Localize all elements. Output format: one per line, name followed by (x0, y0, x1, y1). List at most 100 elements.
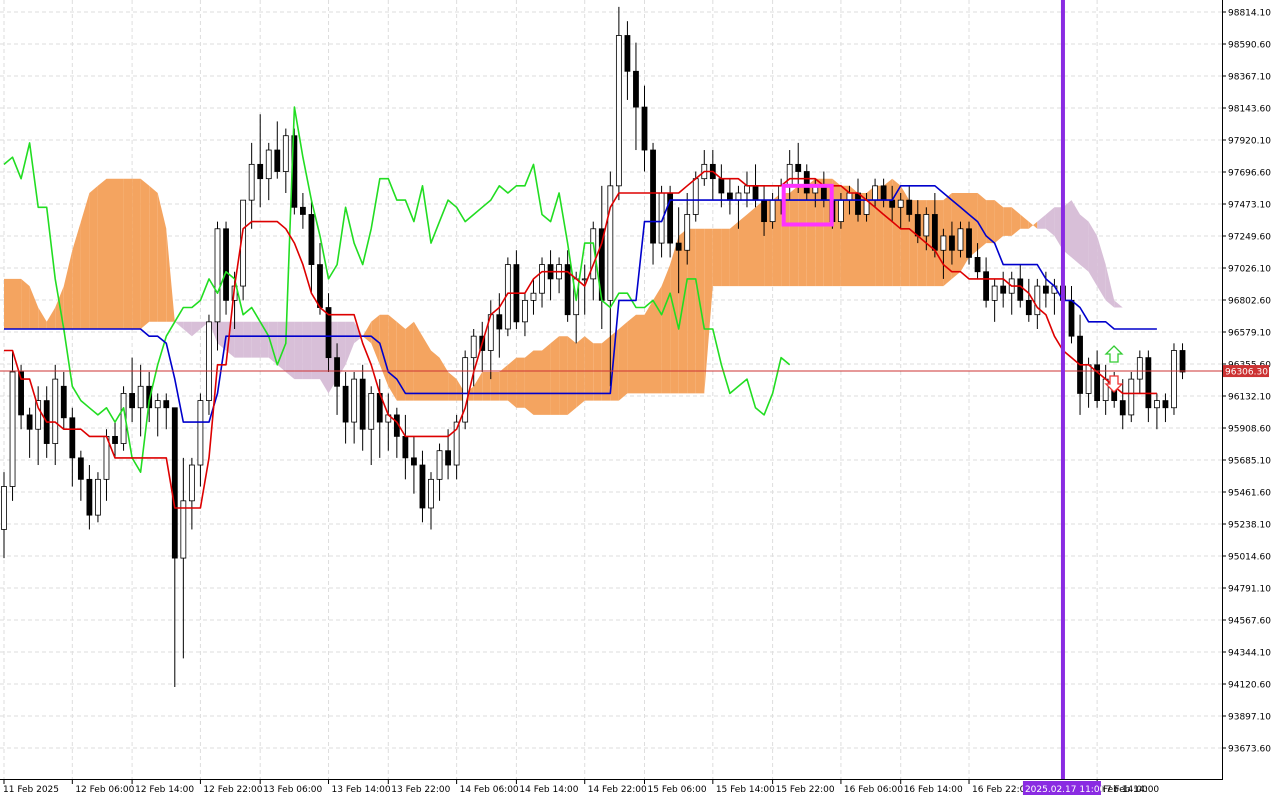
candle-bullish (52, 378, 59, 444)
candle-bearish (820, 185, 827, 201)
chart-container[interactable]: 98814.10 98590.60 98367.10 98143.60 97920.10… (0, 0, 1280, 800)
candle-bearish (949, 235, 955, 251)
cloud-segment-bullish (1003, 207, 1012, 236)
time-tick-label: 16 Feb 06:00 (844, 785, 903, 795)
price-tick-label: 96579.10 (1228, 329, 1271, 339)
price-tick-label: 98814.10 (1228, 9, 1271, 19)
time-tick-label: 16 Feb 14:00 (904, 785, 963, 795)
time-tick-label: 12 Feb 14:00 (135, 785, 194, 795)
cloud-segment-bullish (747, 207, 756, 287)
candle-bullish (248, 163, 255, 201)
cloud-segment-bullish (97, 178, 107, 329)
time-tick-label: 13 Feb 14:00 (332, 785, 391, 795)
candle-bullish (470, 335, 477, 359)
price-tick-label: 95461.60 (1228, 489, 1271, 499)
price-tick-label: 95238.10 (1228, 521, 1271, 531)
candle-bearish (624, 35, 631, 72)
candle-bearish (257, 163, 264, 180)
price-tick-label: 94344.10 (1228, 649, 1271, 659)
candle-bearish (633, 70, 639, 108)
candle-bullish (735, 192, 742, 201)
cloud-segment-bullish (542, 343, 551, 415)
candle-bullish (1128, 378, 1135, 416)
cloud-segment-bullish (388, 314, 397, 401)
cloud-segment-bullish (687, 228, 696, 394)
time-tick-label: 13 Feb 22:00 (391, 785, 450, 795)
cloud-segment-bullish (533, 350, 542, 415)
candle-bullish (368, 393, 375, 430)
candle-bullish (1085, 364, 1092, 394)
cloud-segment-bullish (405, 321, 414, 401)
price-tick-label: 94791.10 (1228, 585, 1271, 595)
cloud-segment-bearish (311, 321, 320, 380)
price-tick-label: 96132.10 (1228, 393, 1271, 403)
candle-bullish (428, 478, 434, 509)
candle-bullish (1171, 350, 1177, 409)
cloud-segment-bullish (123, 178, 133, 329)
cloud-segment-bearish (260, 321, 269, 358)
candle-bullish (615, 35, 622, 187)
candle-bearish (880, 185, 887, 201)
cloud-segment-bullish (140, 178, 150, 329)
candle-bearish (752, 185, 759, 201)
candle-bullish (522, 299, 528, 323)
candle-bearish (112, 435, 118, 444)
candle-bullish (180, 500, 187, 559)
price-tick-label: 95685.10 (1228, 457, 1271, 467)
cloud-segment-bullish (567, 336, 577, 415)
cloud-segment-bullish (21, 278, 30, 329)
candle-bearish (931, 214, 938, 251)
time-cursor-label-tail: Feb 14:00 (1103, 785, 1148, 795)
candle-bearish (317, 264, 323, 308)
cloud-segment-bullish (892, 178, 901, 287)
price-chart[interactable]: 98814.10 98590.60 98367.10 98143.60 97920.10… (0, 0, 1280, 800)
candle-bullish (897, 199, 904, 208)
cloud-segment-bullish (678, 228, 688, 394)
candle-bullish (769, 199, 776, 223)
candle-bullish (1136, 357, 1143, 380)
price-tick-label: 98590.60 (1228, 41, 1271, 51)
cloud-segment-bullish (994, 200, 1004, 244)
cloud-segment-bullish (89, 185, 98, 329)
candle-bearish (795, 163, 802, 172)
cloud-segment-bullish (636, 314, 645, 394)
price-tick-label: 95908.60 (1228, 425, 1271, 435)
candle-bullish (265, 149, 272, 180)
time-tick-label: 12 Feb 06:00 (75, 785, 134, 795)
candle-bearish (675, 242, 682, 251)
candle-bearish (855, 192, 861, 215)
cloud-segment-bullish (695, 228, 705, 394)
candle-bullish (1, 486, 7, 530)
candle-bullish (9, 371, 16, 487)
cloud-segment-bullish (806, 178, 816, 287)
price-tick-label: 96802.60 (1228, 297, 1271, 307)
cloud-segment-bullish (729, 221, 739, 287)
candle-bearish (983, 271, 989, 301)
time-tick-label: 11 Feb 2025 (3, 785, 59, 795)
price-tick-label: 94567.60 (1228, 617, 1271, 627)
candle-bearish (419, 464, 426, 509)
candle-bullish (744, 185, 750, 194)
time-tick-label: 14 Feb 22:00 (588, 785, 647, 795)
candle-bearish (334, 357, 340, 387)
cloud-segment-bearish (285, 321, 295, 380)
cloud-segment-bullish (576, 336, 585, 408)
candle-bullish (137, 385, 144, 409)
cloud-segment-bearish (251, 321, 261, 358)
candle-bullish (214, 228, 221, 323)
candle-bearish (966, 228, 972, 258)
cloud-segment-bullish (738, 214, 747, 287)
candle-bullish (282, 135, 289, 172)
cloud-segment-bullish (601, 336, 611, 401)
candle-bullish (940, 235, 947, 251)
cloud-segment-bullish (507, 357, 517, 408)
cloud-segment-bullish (593, 343, 602, 401)
price-tick-label: 98367.10 (1228, 73, 1271, 83)
candle-bearish (163, 400, 170, 409)
candle-bearish (359, 378, 366, 430)
candle-bearish (496, 314, 503, 330)
candle-bullish (351, 378, 358, 423)
candle-bearish (1162, 400, 1169, 409)
cloud-segment-bullish (550, 336, 560, 415)
price-tick-label: 97249.60 (1228, 233, 1271, 243)
